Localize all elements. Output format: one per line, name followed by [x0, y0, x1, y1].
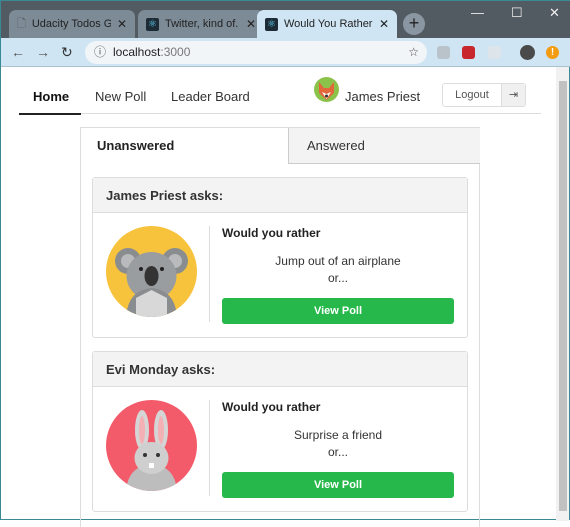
extension-icon[interactable]: [462, 46, 475, 59]
koala-avatar: [106, 226, 197, 317]
view-poll-button[interactable]: View Poll: [222, 298, 454, 324]
tab-answered[interactable]: Answered: [288, 128, 480, 164]
browser-tab[interactable]: 🗋Udacity Todos Goals✕: [9, 10, 135, 38]
drive-extension-icon[interactable]: [437, 46, 450, 59]
scrollbar[interactable]: [556, 67, 569, 521]
page-icon: 🗋: [17, 17, 26, 30]
close-tab-icon[interactable]: ✕: [246, 17, 256, 31]
nav-new-poll[interactable]: New Poll: [95, 89, 146, 104]
page: Home New Poll Leader Board James Priest …: [1, 67, 557, 527]
poll-author: James Priest asks:: [93, 178, 467, 213]
scrollbar-thumb[interactable]: [559, 81, 567, 511]
poll-author: Evi Monday asks:: [93, 352, 467, 387]
extension-icon[interactable]: [488, 46, 501, 59]
browser-toolbar: ← → ↻ ⓘ localhost:3000 ☆ !: [1, 38, 570, 67]
tab-unanswered[interactable]: Unanswered: [81, 128, 288, 164]
poll-card: Evi Monday asks: Would you rather Surpri…: [92, 351, 468, 512]
bookmark-star-icon[interactable]: ☆: [408, 41, 419, 64]
poll-card: James Priest asks: Would you rather Jump…: [92, 177, 468, 338]
poll-list-panel: Unanswered Answered James Priest asks: W…: [80, 127, 480, 527]
user-avatar: [314, 77, 339, 102]
update-alert-icon[interactable]: !: [546, 46, 559, 59]
react-icon: ⚛: [146, 17, 159, 31]
forward-icon[interactable]: →: [36, 44, 50, 60]
poll-option-preview: Surprise a friend: [293, 428, 383, 442]
poll-option-preview: Jump out of an airplane: [275, 254, 401, 268]
info-icon: ⓘ: [94, 45, 107, 59]
new-tab-button[interactable]: +: [403, 13, 425, 35]
nav-leader-board[interactable]: Leader Board: [171, 89, 250, 104]
rabbit-avatar: [106, 400, 197, 491]
browser-tab-active[interactable]: ⚛Would You Rather Game✕: [257, 10, 397, 38]
view-poll-button[interactable]: View Poll: [222, 472, 454, 498]
profile-avatar[interactable]: [520, 45, 535, 60]
nav-home[interactable]: Home: [33, 89, 69, 104]
browser-tab[interactable]: ⚛ Twitter, kind of. ✕: [138, 10, 264, 38]
react-icon: ⚛: [265, 17, 278, 31]
reload-icon[interactable]: ↻: [61, 44, 73, 61]
close-tab-icon[interactable]: ✕: [117, 17, 127, 31]
address-bar[interactable]: ⓘ localhost:3000 ☆: [85, 41, 427, 64]
user-name: James Priest: [345, 89, 421, 104]
back-icon[interactable]: ←: [11, 44, 25, 60]
close-window-icon[interactable]: ✕: [549, 5, 560, 21]
divider: [209, 226, 210, 322]
active-nav-indicator: [19, 113, 81, 115]
maximize-icon[interactable]: ☐: [511, 5, 523, 21]
close-tab-icon[interactable]: ✕: [379, 17, 389, 31]
sign-out-icon: ⇥: [501, 84, 525, 106]
logout-button[interactable]: Logout ⇥: [442, 83, 526, 107]
minimize-icon[interactable]: —: [471, 5, 484, 20]
divider: [209, 400, 210, 496]
main-nav: Home New Poll Leader Board James Priest …: [19, 77, 541, 115]
browser-titlebar: 🗋Udacity Todos Goals✕ ⚛Twitter, kind of.…: [1, 1, 570, 38]
